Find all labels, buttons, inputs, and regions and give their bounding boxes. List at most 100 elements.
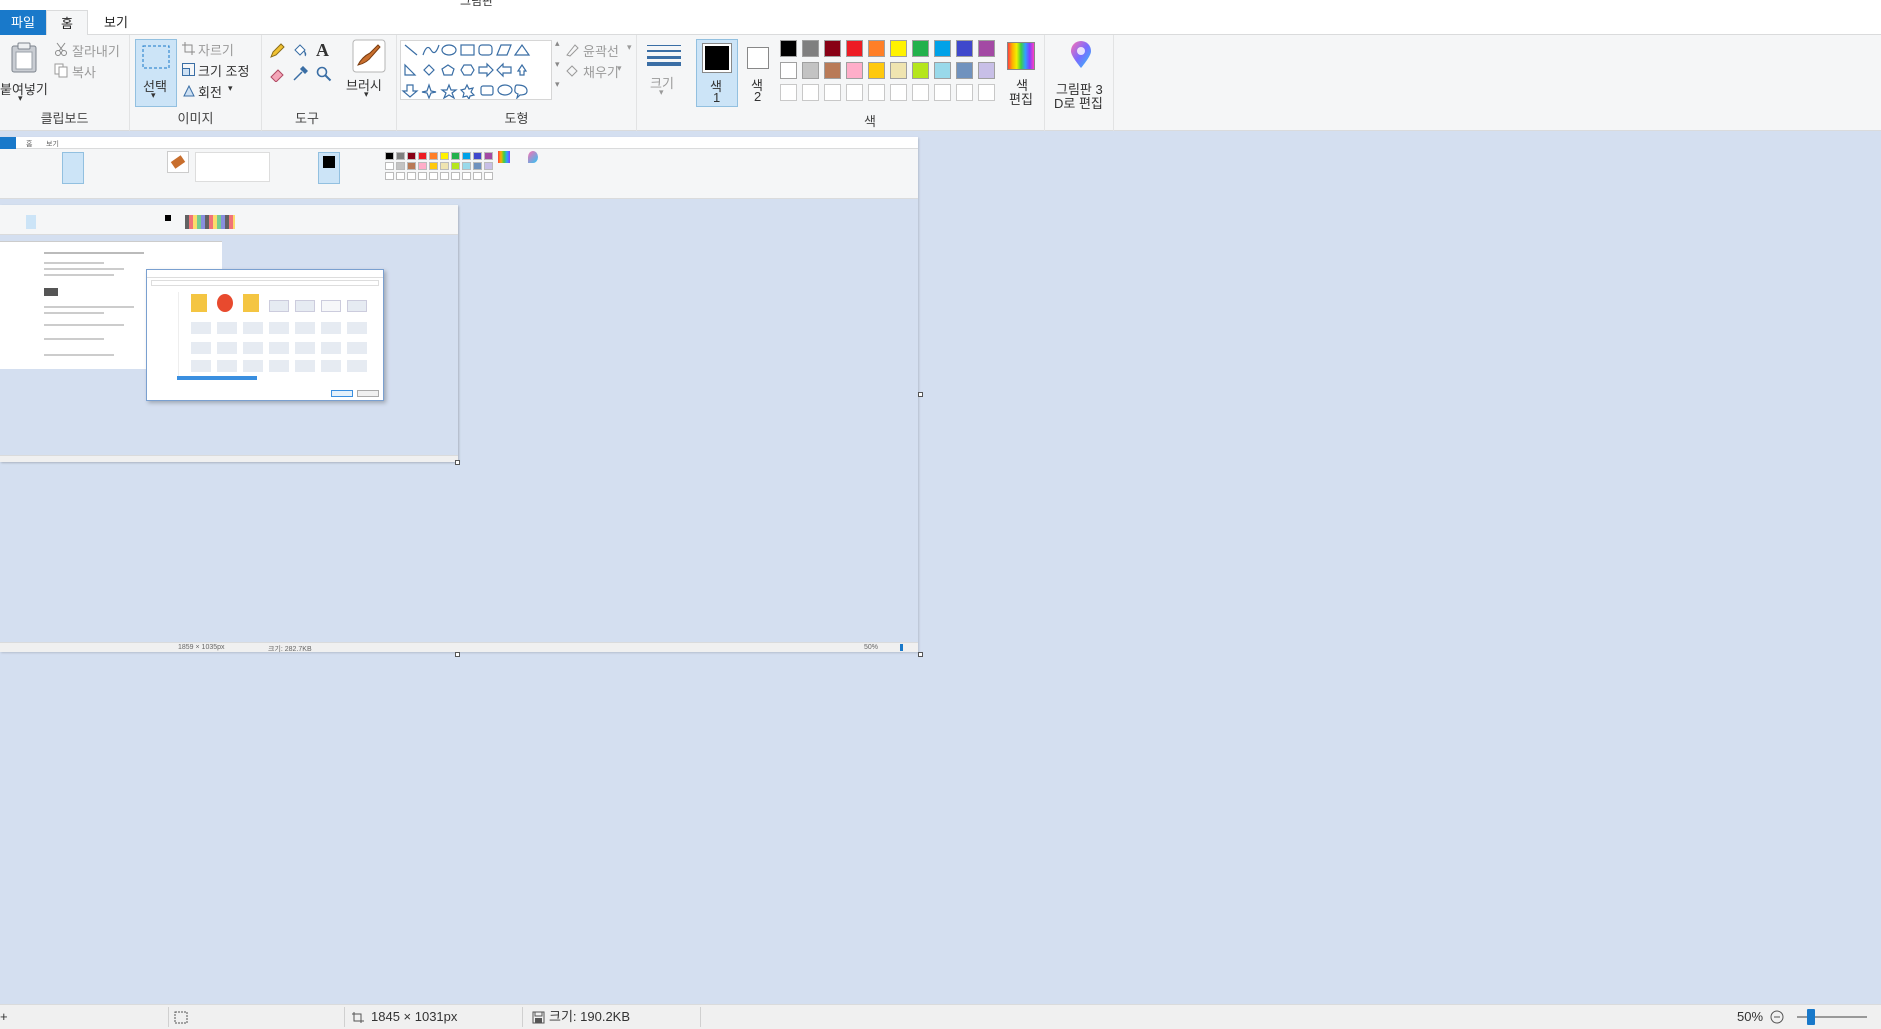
shapes-gallery-icon bbox=[401, 43, 531, 101]
palette-swatch[interactable] bbox=[868, 62, 885, 79]
shapes-group: ▴ ▾ ▾ 윤곽선 ▾ 채우기 ▾ 도형 bbox=[397, 35, 637, 131]
palette-swatch[interactable] bbox=[912, 84, 929, 101]
zoom-slider-thumb[interactable] bbox=[1807, 1009, 1815, 1025]
palette-swatch[interactable] bbox=[912, 40, 929, 57]
nested-ribbon bbox=[0, 149, 918, 199]
nested-view-tab: 보기 bbox=[46, 141, 59, 148]
shapes-gallery[interactable] bbox=[400, 40, 552, 101]
cut-button[interactable]: 잘라내기 bbox=[54, 41, 126, 59]
nested-palette-swatch bbox=[451, 162, 460, 170]
palette-swatch[interactable] bbox=[956, 40, 973, 57]
status-separator bbox=[344, 1007, 345, 1027]
size-dropdown-icon: ▾ bbox=[659, 87, 664, 97]
tab-view[interactable]: 보기 bbox=[96, 10, 136, 35]
nested-palette-swatch bbox=[385, 172, 394, 180]
ribbon: 붙여넣기 ▾ 잘라내기 복사 클립보드 이미지 선택 ▾ 자르기 크기 조정 회… bbox=[0, 35, 1881, 131]
edit-colors-button[interactable]: 색 편집 bbox=[1004, 39, 1038, 107]
eraser-icon[interactable] bbox=[269, 66, 285, 82]
brushes-button[interactable]: 브러시 ▾ bbox=[346, 39, 391, 107]
image-group-label: 이미지 bbox=[177, 111, 214, 126]
status-separator bbox=[522, 1007, 523, 1027]
shapes-scroll-up-icon[interactable]: ▴ bbox=[555, 38, 560, 49]
select-button[interactable]: 선택 ▾ bbox=[135, 39, 177, 107]
palette-swatch[interactable] bbox=[978, 84, 995, 101]
pencil-icon[interactable] bbox=[269, 43, 285, 59]
palette-swatch[interactable] bbox=[978, 40, 995, 57]
nested3-file-dialog bbox=[146, 269, 384, 401]
palette-swatch[interactable] bbox=[934, 40, 951, 57]
nested-palette-swatch bbox=[440, 172, 449, 180]
nested-status-zoom: 50% bbox=[864, 644, 879, 651]
palette-swatch[interactable] bbox=[780, 40, 797, 57]
rotate-icon bbox=[183, 84, 195, 97]
palette-swatch[interactable] bbox=[890, 84, 907, 101]
nested2-color1 bbox=[165, 215, 171, 221]
copy-button[interactable]: 복사 bbox=[54, 62, 126, 80]
nested-palette-swatch bbox=[473, 172, 482, 180]
menu-tabs: 파일 홈 보기 bbox=[0, 8, 1881, 36]
nested-palette-swatch bbox=[407, 152, 416, 160]
palette-swatch[interactable] bbox=[890, 62, 907, 79]
crop-button[interactable]: 자르기 bbox=[182, 40, 262, 58]
paint3d-icon bbox=[1071, 41, 1091, 68]
canvas-resize-handle-bottom[interactable] bbox=[455, 652, 460, 657]
palette-swatch[interactable] bbox=[824, 62, 841, 79]
palette-swatch[interactable] bbox=[824, 84, 841, 101]
shapes-more-icon[interactable]: ▾ bbox=[555, 79, 560, 90]
tab-file[interactable]: 파일 bbox=[0, 10, 46, 35]
tab-home[interactable]: 홈 bbox=[46, 10, 88, 36]
text-tool-icon[interactable]: A bbox=[316, 40, 329, 61]
paint3d-label-line2: D로 편집 bbox=[1054, 96, 1103, 111]
palette-swatch[interactable] bbox=[868, 40, 885, 57]
palette-swatch[interactable] bbox=[780, 84, 797, 101]
zoom-out-icon[interactable] bbox=[1770, 1010, 1784, 1024]
palette-swatch[interactable] bbox=[956, 62, 973, 79]
outline-dropdown-icon: ▾ bbox=[627, 42, 632, 52]
palette-swatch[interactable] bbox=[846, 62, 863, 79]
resize-icon bbox=[182, 63, 195, 76]
nested-screenshot-level2 bbox=[0, 205, 458, 462]
paste-button[interactable]: 붙여넣기 ▾ bbox=[0, 39, 48, 107]
edit-colors-label-bottom: 편집 bbox=[1009, 92, 1033, 107]
color1-label-bottom: 1 bbox=[713, 90, 721, 105]
tools-group: A 도구 브러시 ▾ bbox=[262, 35, 397, 131]
paste-label: 붙여넣기 bbox=[0, 82, 48, 97]
fill-button[interactable]: 채우기 ▾ bbox=[565, 62, 635, 80]
palette-swatch[interactable] bbox=[956, 84, 973, 101]
palette-swatch[interactable] bbox=[846, 40, 863, 57]
palette-swatch[interactable] bbox=[912, 62, 929, 79]
fill-bucket-icon[interactable] bbox=[292, 43, 308, 59]
color2-button[interactable]: 색 2 bbox=[742, 39, 774, 107]
shapes-scroll-down-icon[interactable]: ▾ bbox=[555, 59, 560, 70]
nested-shapes-gallery bbox=[195, 152, 270, 182]
color-palette bbox=[780, 40, 1000, 104]
nested-palette-swatch bbox=[462, 152, 471, 160]
color-picker-icon[interactable] bbox=[292, 66, 308, 82]
palette-swatch[interactable] bbox=[846, 84, 863, 101]
color1-button[interactable]: 색 1 bbox=[696, 39, 738, 107]
outline-button[interactable]: 윤곽선 ▾ bbox=[565, 41, 635, 59]
palette-swatch[interactable] bbox=[780, 62, 797, 79]
edit-with-paint3d-button[interactable]: 그림판 3 D로 편집 bbox=[1049, 39, 1113, 111]
palette-swatch[interactable] bbox=[978, 62, 995, 79]
size-button[interactable]: 크기 ▾ bbox=[645, 39, 683, 105]
palette-swatch[interactable] bbox=[934, 84, 951, 101]
nested-palette-swatch bbox=[418, 172, 427, 180]
rotate-button[interactable]: 회전 ▾ bbox=[182, 82, 262, 100]
drawing-canvas[interactable]: 홈 보기 1859 × 1035px 크기: 282.7KB 50% bbox=[0, 137, 918, 652]
palette-swatch[interactable] bbox=[868, 84, 885, 101]
canvas-workspace[interactable]: 홈 보기 1859 × 1035px 크기: 282.7KB 50% bbox=[0, 131, 1881, 1004]
nested-palette-swatch bbox=[396, 172, 405, 180]
palette-swatch[interactable] bbox=[802, 62, 819, 79]
palette-swatch[interactable] bbox=[934, 62, 951, 79]
palette-swatch[interactable] bbox=[890, 40, 907, 57]
palette-swatch[interactable] bbox=[824, 40, 841, 57]
resize-button[interactable]: 크기 조정 bbox=[182, 61, 262, 79]
palette-swatch[interactable] bbox=[802, 40, 819, 57]
magnifier-icon[interactable] bbox=[316, 66, 332, 82]
palette-swatch[interactable] bbox=[802, 84, 819, 101]
canvas-resize-handle-corner[interactable] bbox=[918, 652, 923, 657]
canvas-resize-handle-right[interactable] bbox=[918, 392, 923, 397]
nested-palette-swatch bbox=[407, 162, 416, 170]
cut-label: 잘라내기 bbox=[72, 44, 120, 59]
